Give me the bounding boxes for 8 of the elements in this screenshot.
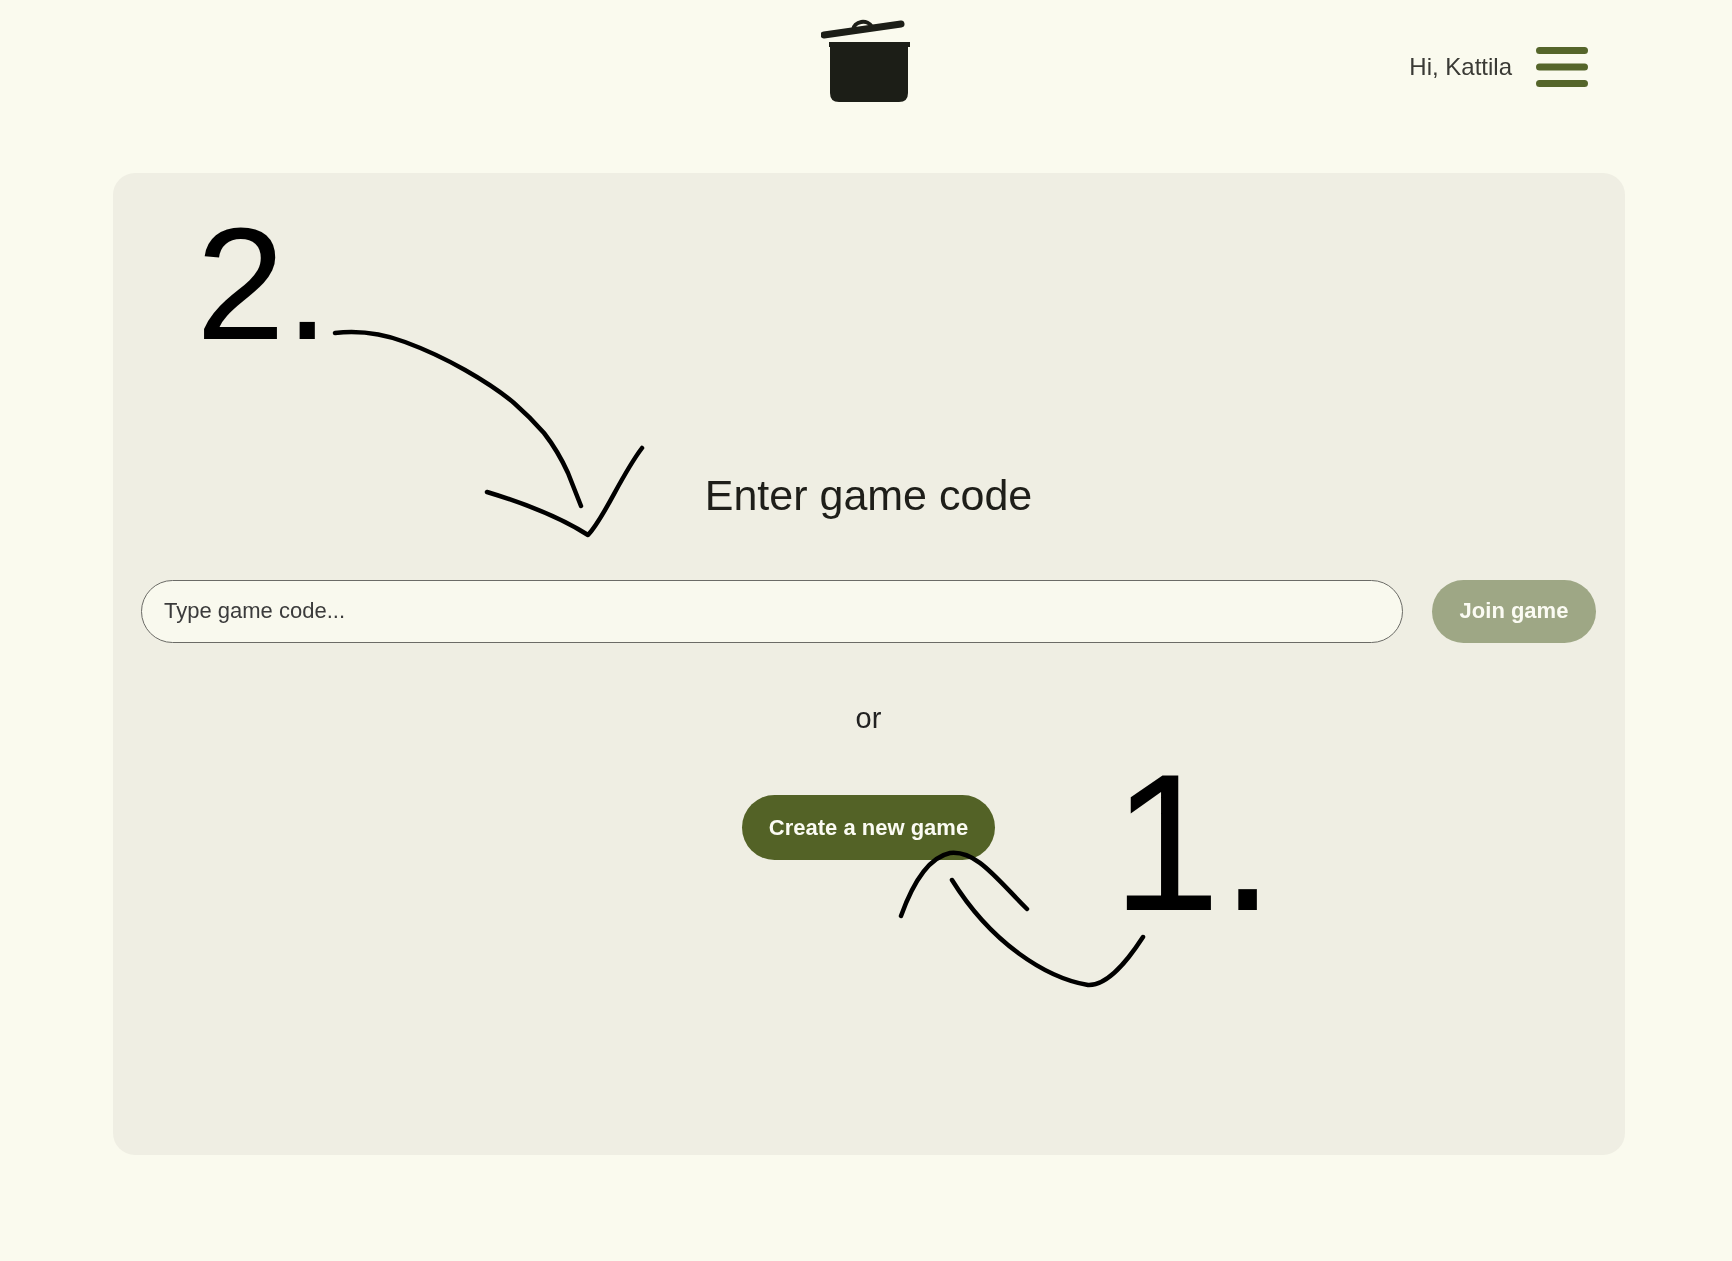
handwritten-number: 1. (1112, 745, 1275, 940)
game-code-input[interactable]: Type game code... (141, 579, 1403, 643)
separator-text: or (855, 700, 882, 736)
card-title: Enter game code (704, 470, 1033, 521)
handwritten-number: 2. (196, 204, 330, 364)
menu-icon[interactable] (1536, 47, 1588, 87)
create-game-button[interactable]: Create a new game (741, 795, 996, 861)
user-greeting: Hi, Kattila (1409, 53, 1512, 81)
